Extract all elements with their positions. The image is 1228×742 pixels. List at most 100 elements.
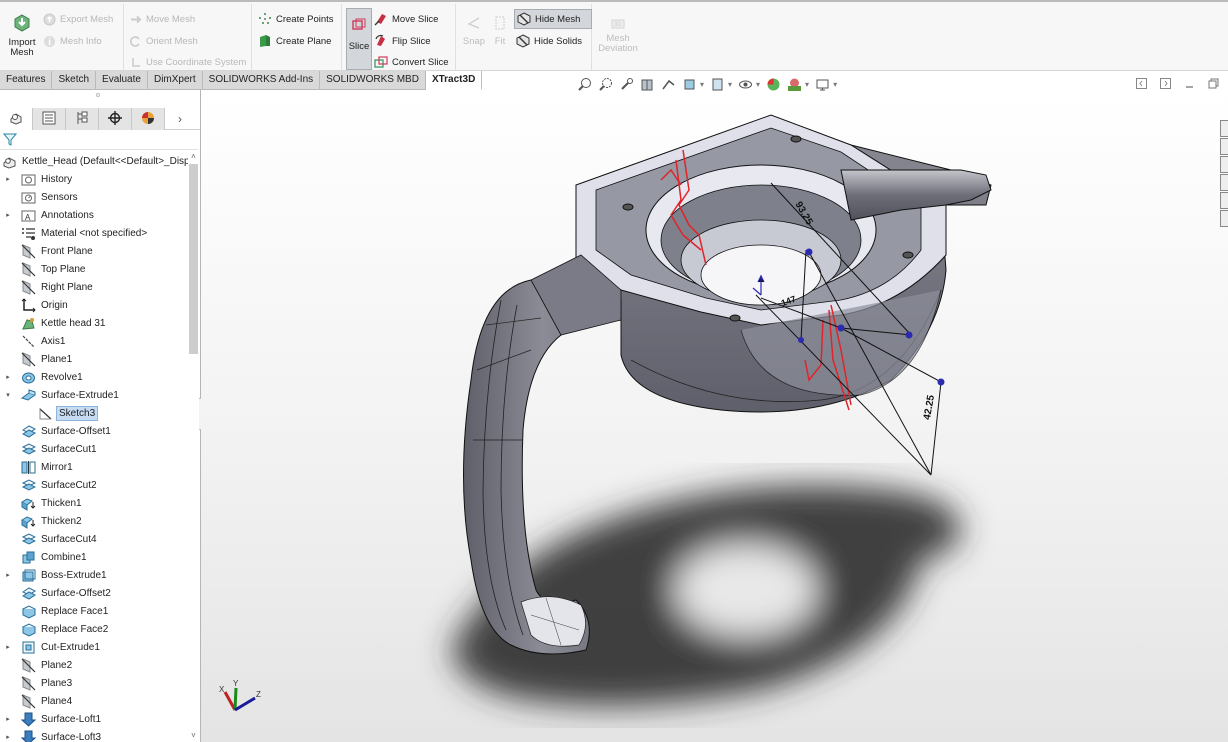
panel-tabs-next-arrow[interactable]: › bbox=[165, 108, 195, 129]
task-pane-resources-tab[interactable] bbox=[1220, 138, 1228, 155]
create-plane-button[interactable]: Create Plane bbox=[258, 34, 331, 48]
tree-item-surface-loft3[interactable]: ▸ Surface-Loft3 bbox=[0, 728, 188, 742]
tree-item-surface-offset1[interactable]: Surface-Offset1 bbox=[0, 422, 188, 440]
import-mesh-button[interactable]: Import Mesh bbox=[4, 14, 40, 58]
expand-arrow-icon[interactable]: ▸ bbox=[4, 373, 12, 381]
mesh-info-button[interactable]: Mesh Info bbox=[42, 34, 102, 48]
fit-button[interactable]: Fit bbox=[490, 16, 510, 47]
tab-dimxpert[interactable]: DimXpert bbox=[147, 71, 203, 90]
next-pane-icon[interactable] bbox=[1158, 76, 1172, 90]
tree-item-annotations[interactable]: ▸ A Annotations bbox=[0, 206, 188, 224]
expand-arrow-icon[interactable]: ▸ bbox=[4, 571, 12, 579]
tree-item-surface-loft1[interactable]: ▸ Surface-Loft1 bbox=[0, 710, 188, 728]
tree-item-plane3[interactable]: Plane3 bbox=[0, 674, 188, 692]
tree-item-surfacecut2[interactable]: SurfaceCut2 bbox=[0, 476, 188, 494]
hide-show-items-icon[interactable] bbox=[737, 76, 753, 92]
display-style-dropdown[interactable]: ▾ bbox=[728, 80, 732, 89]
expand-arrow-icon[interactable]: ▸ bbox=[4, 733, 12, 741]
task-pane-appearances-tab[interactable] bbox=[1220, 192, 1228, 209]
tab-solidworks-mbd[interactable]: SOLIDWORKS MBD bbox=[320, 71, 426, 90]
edit-appearance-icon[interactable] bbox=[765, 76, 781, 92]
expand-arrow-icon[interactable]: ▸ bbox=[4, 643, 12, 651]
scroll-down-arrow[interactable]: ˅ bbox=[188, 731, 199, 740]
view-settings-dropdown[interactable]: ▾ bbox=[833, 80, 837, 89]
dimxpertmanager-tab[interactable] bbox=[99, 108, 132, 130]
tree-item-boss-extrude1[interactable]: ▸ Boss-Extrude1 bbox=[0, 566, 188, 584]
hide-mesh-toggle[interactable]: Hide Mesh bbox=[514, 9, 592, 29]
tree-item-kettle-head-31[interactable]: Kettle head 31 bbox=[0, 314, 188, 332]
configurationmanager-tab[interactable] bbox=[66, 108, 99, 130]
tree-item-cut-extrude1[interactable]: ▸ Cut-Extrude1 bbox=[0, 638, 188, 656]
expand-arrow-icon[interactable]: ▸ bbox=[4, 175, 12, 183]
orient-mesh-button[interactable]: Orient Mesh bbox=[128, 34, 198, 48]
tree-item-replace-face1[interactable]: Replace Face1 bbox=[0, 602, 188, 620]
zoom-to-fit-icon[interactable] bbox=[576, 76, 592, 92]
tree-item-axis1[interactable]: Axis1 bbox=[0, 332, 188, 350]
tree-item-material-not-specified[interactable]: Material <not specified> bbox=[0, 224, 188, 242]
tab-evaluate[interactable]: Evaluate bbox=[96, 71, 148, 90]
sketch-point[interactable] bbox=[937, 378, 945, 386]
tab-sketch[interactable]: Sketch bbox=[52, 71, 97, 90]
display-style-icon[interactable] bbox=[709, 76, 725, 92]
export-mesh-button[interactable]: Export Mesh bbox=[42, 12, 113, 26]
view-orientation-icon[interactable] bbox=[681, 76, 697, 92]
dynamic-annotation-icon[interactable] bbox=[660, 76, 676, 92]
tree-item-plane4[interactable]: Plane4 bbox=[0, 692, 188, 710]
use-coordinate-system-button[interactable]: Use Coordinate System bbox=[128, 55, 246, 69]
tree-item-front-plane[interactable]: Front Plane bbox=[0, 242, 188, 260]
featuremanager-tab[interactable] bbox=[0, 108, 33, 130]
task-pane-custom-properties-tab[interactable] bbox=[1220, 210, 1228, 227]
propertymanager-tab[interactable] bbox=[33, 108, 66, 130]
tree-item-surface-extrude1[interactable]: ▾ Surface-Extrude1 bbox=[0, 386, 188, 404]
panel-grip-handle[interactable] bbox=[96, 93, 100, 97]
graphics-area[interactable]: X Y Z 93.25 42.25 147 bbox=[201, 90, 1228, 742]
displaymanager-tab[interactable] bbox=[132, 108, 165, 130]
tree-item-right-plane[interactable]: Right Plane bbox=[0, 278, 188, 296]
sketch-point[interactable] bbox=[798, 337, 804, 343]
move-slice-button[interactable]: Move Slice bbox=[374, 12, 438, 26]
task-pane-home-tab[interactable] bbox=[1220, 120, 1228, 137]
apply-scene-dropdown[interactable]: ▾ bbox=[805, 80, 809, 89]
task-pane-design-library-tab[interactable] bbox=[1220, 156, 1228, 173]
previous-pane-icon[interactable] bbox=[1134, 76, 1148, 90]
tab-xtract3d[interactable]: XTract3D bbox=[425, 71, 482, 90]
tree-item-top-plane[interactable]: Top Plane bbox=[0, 260, 188, 278]
expand-arrow-icon[interactable]: ▾ bbox=[4, 391, 12, 399]
expand-arrow-icon[interactable]: ▸ bbox=[4, 715, 12, 723]
tree-item-revolve1[interactable]: ▸ Revolve1 bbox=[0, 368, 188, 386]
filter-icon[interactable] bbox=[2, 132, 18, 150]
tree-item-mirror1[interactable]: Mirror1 bbox=[0, 458, 188, 476]
section-view-icon[interactable] bbox=[639, 76, 655, 92]
tree-item-surfacecut4[interactable]: SurfaceCut4 bbox=[0, 530, 188, 548]
tree-item-plane2[interactable]: Plane2 bbox=[0, 656, 188, 674]
tree-item-surfacecut1[interactable]: SurfaceCut1 bbox=[0, 440, 188, 458]
scroll-up-arrow[interactable]: ˄ bbox=[188, 152, 199, 161]
slice-button[interactable]: Slice bbox=[346, 8, 372, 70]
flip-slice-button[interactable]: Flip Slice bbox=[374, 34, 431, 48]
previous-view-icon[interactable] bbox=[618, 76, 634, 92]
apply-scene-icon[interactable] bbox=[786, 76, 802, 92]
sketch-point[interactable] bbox=[837, 324, 845, 332]
hide-show-items-dropdown[interactable]: ▾ bbox=[756, 80, 760, 89]
tree-item-sketch3[interactable]: Sketch3 bbox=[0, 404, 188, 422]
tab-solidworks-add-ins[interactable]: SOLIDWORKS Add-Ins bbox=[202, 71, 321, 90]
tree-item-replace-face2[interactable]: Replace Face2 bbox=[0, 620, 188, 638]
create-points-button[interactable]: Create Points bbox=[258, 12, 334, 26]
task-pane-file-explorer-tab[interactable] bbox=[1220, 174, 1228, 191]
tree-item-plane1[interactable]: Plane1 bbox=[0, 350, 188, 368]
tree-scrollbar[interactable]: ˄ ˅ bbox=[188, 150, 199, 742]
mesh-deviation-button[interactable]: 3D Mesh Deviation bbox=[596, 16, 640, 54]
tree-item-history[interactable]: ▸ History bbox=[0, 170, 188, 188]
zoom-to-area-icon[interactable] bbox=[597, 76, 613, 92]
minimize-icon[interactable] bbox=[1182, 76, 1196, 90]
move-mesh-button[interactable]: Move Mesh bbox=[128, 12, 195, 26]
view-orientation-dropdown[interactable]: ▾ bbox=[700, 80, 704, 89]
tree-item-combine1[interactable]: Combine1 bbox=[0, 548, 188, 566]
view-settings-icon[interactable] bbox=[814, 76, 830, 92]
sketch-point[interactable] bbox=[905, 331, 913, 339]
sketch-point[interactable] bbox=[805, 248, 813, 256]
tree-item-origin[interactable]: Origin bbox=[0, 296, 188, 314]
tree-item-surface-offset2[interactable]: Surface-Offset2 bbox=[0, 584, 188, 602]
restore-icon[interactable] bbox=[1206, 76, 1220, 90]
tree-item-thicken1[interactable]: Thicken1 bbox=[0, 494, 188, 512]
